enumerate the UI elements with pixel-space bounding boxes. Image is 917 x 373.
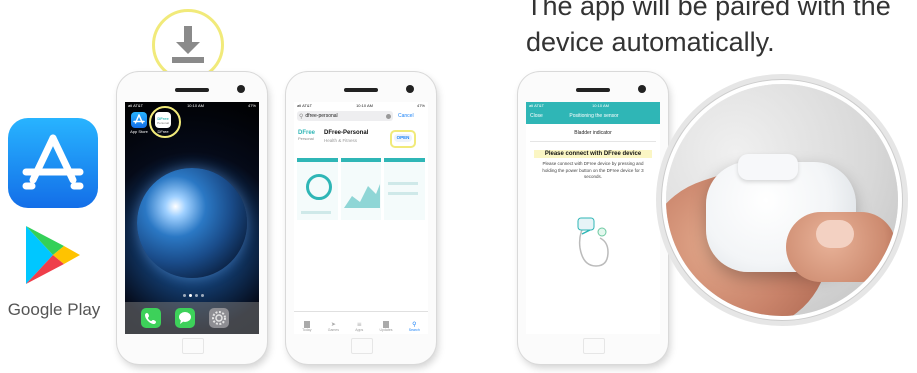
tab-games[interactable]: ➤ Games <box>328 321 339 332</box>
rocket-icon: ➤ <box>330 321 336 328</box>
app-header: atl AT&T 10:10 AM Close Positioning the … <box>526 102 660 124</box>
home-button[interactable] <box>182 338 204 354</box>
page-dots <box>183 294 204 297</box>
app-store-screen: atl AT&T 10:10 AM 47% ⚲ dfree-personal C… <box>294 102 428 334</box>
app-logo: DFree Personal <box>298 130 316 141</box>
search-tab-icon: ⚲ <box>412 321 417 328</box>
dock <box>125 302 259 334</box>
phone-speaker <box>175 88 209 92</box>
screenshot-2 <box>340 158 382 220</box>
caption-line-1: The app will be paired with the <box>526 0 891 21</box>
search-bar[interactable]: ⚲ dfree-personal <box>297 111 393 121</box>
status-bar: atl AT&T 10:10 AM 47% <box>128 103 256 108</box>
tab-bar: Today ➤ Games ≡ Apps Updates ⚲ Search <box>294 311 428 334</box>
phone-app-store: atl AT&T 10:10 AM 47% ⚲ dfree-personal C… <box>286 72 436 364</box>
app-title[interactable]: DFree-Personal <box>324 130 368 136</box>
dfree-highlight-ring <box>149 106 181 138</box>
home-button[interactable] <box>351 338 373 354</box>
phone-app-icon[interactable] <box>141 308 161 328</box>
cancel-button[interactable]: Cancel <box>398 113 414 119</box>
phone-handset-icon <box>145 313 156 324</box>
tab-apps[interactable]: ≡ Apps <box>355 321 363 332</box>
dfree-app-screen: atl AT&T 10:10 AM Close Positioning the … <box>526 102 660 334</box>
device-illustration <box>566 214 618 274</box>
play-triangle-icon <box>26 226 80 284</box>
home-screen: atl AT&T 10:10 AM 47% App Store DFree Pe… <box>125 102 259 334</box>
app-store-icon[interactable] <box>8 118 98 208</box>
screenshot-3 <box>384 158 426 220</box>
app-store-home-icon[interactable] <box>131 112 147 128</box>
caption-line-2: device automatically. <box>526 27 775 57</box>
app-store-glyph-icon <box>22 134 84 190</box>
tab-today[interactable]: Today <box>302 321 311 332</box>
app-store-home-label: App Store <box>130 129 148 134</box>
phone-camera <box>638 85 646 93</box>
close-button[interactable]: Close <box>530 113 543 119</box>
app-store-small-icon <box>133 114 145 124</box>
app-category: Health & Fitness <box>324 138 358 143</box>
home-button[interactable] <box>583 338 605 354</box>
caption: The app will be paired with the device a… <box>526 0 917 60</box>
updates-icon <box>383 321 389 328</box>
search-icon: ⚲ <box>299 112 304 120</box>
phone-speaker <box>344 88 378 92</box>
download-indicator <box>152 9 224 81</box>
device-photo <box>666 84 898 316</box>
search-input[interactable]: dfree-personal <box>305 113 337 119</box>
apps-stack-icon: ≡ <box>356 321 362 328</box>
clear-search-icon[interactable] <box>386 113 391 119</box>
screenshot-1 <box>297 158 338 220</box>
google-play-label: Google Play <box>7 300 101 319</box>
download-icon <box>172 26 204 63</box>
message-bubble-icon <box>179 312 191 324</box>
today-icon <box>303 321 310 328</box>
device-clip-shape <box>738 154 798 180</box>
phone-dfree-app: atl AT&T 10:10 AM Close Positioning the … <box>518 72 668 364</box>
settings-app-icon[interactable] <box>209 308 229 328</box>
tab-updates[interactable]: Updates <box>379 321 393 332</box>
status-bar: atl AT&T 10:10 AM <box>529 103 609 108</box>
messages-app-icon[interactable] <box>175 308 195 328</box>
section-title: Bladder indicator <box>574 130 612 136</box>
phone-camera <box>237 85 245 93</box>
section-divider <box>530 141 656 142</box>
open-button[interactable]: OPEN <box>394 134 412 142</box>
phone-home-screen: atl AT&T 10:10 AM 47% App Store DFree Pe… <box>117 72 267 364</box>
gear-icon <box>212 311 226 325</box>
connect-title: Please connect with DFree device <box>534 150 652 158</box>
chart-preview-icon <box>343 184 380 208</box>
google-play-icon[interactable] <box>20 222 86 288</box>
thumbnail-shape <box>816 220 854 248</box>
phone-speaker <box>576 88 610 92</box>
nav-title: Positioning the sensor <box>569 113 619 119</box>
phone-camera <box>406 85 414 93</box>
earth-wallpaper <box>137 168 247 278</box>
dfree-device-icon <box>577 217 609 267</box>
connect-instructions: Please connect with DFree device by pres… <box>542 161 644 179</box>
status-bar: atl AT&T 10:10 AM 47% <box>297 103 425 108</box>
app-screenshots <box>297 158 426 220</box>
tab-search[interactable]: ⚲ Search <box>409 321 420 332</box>
